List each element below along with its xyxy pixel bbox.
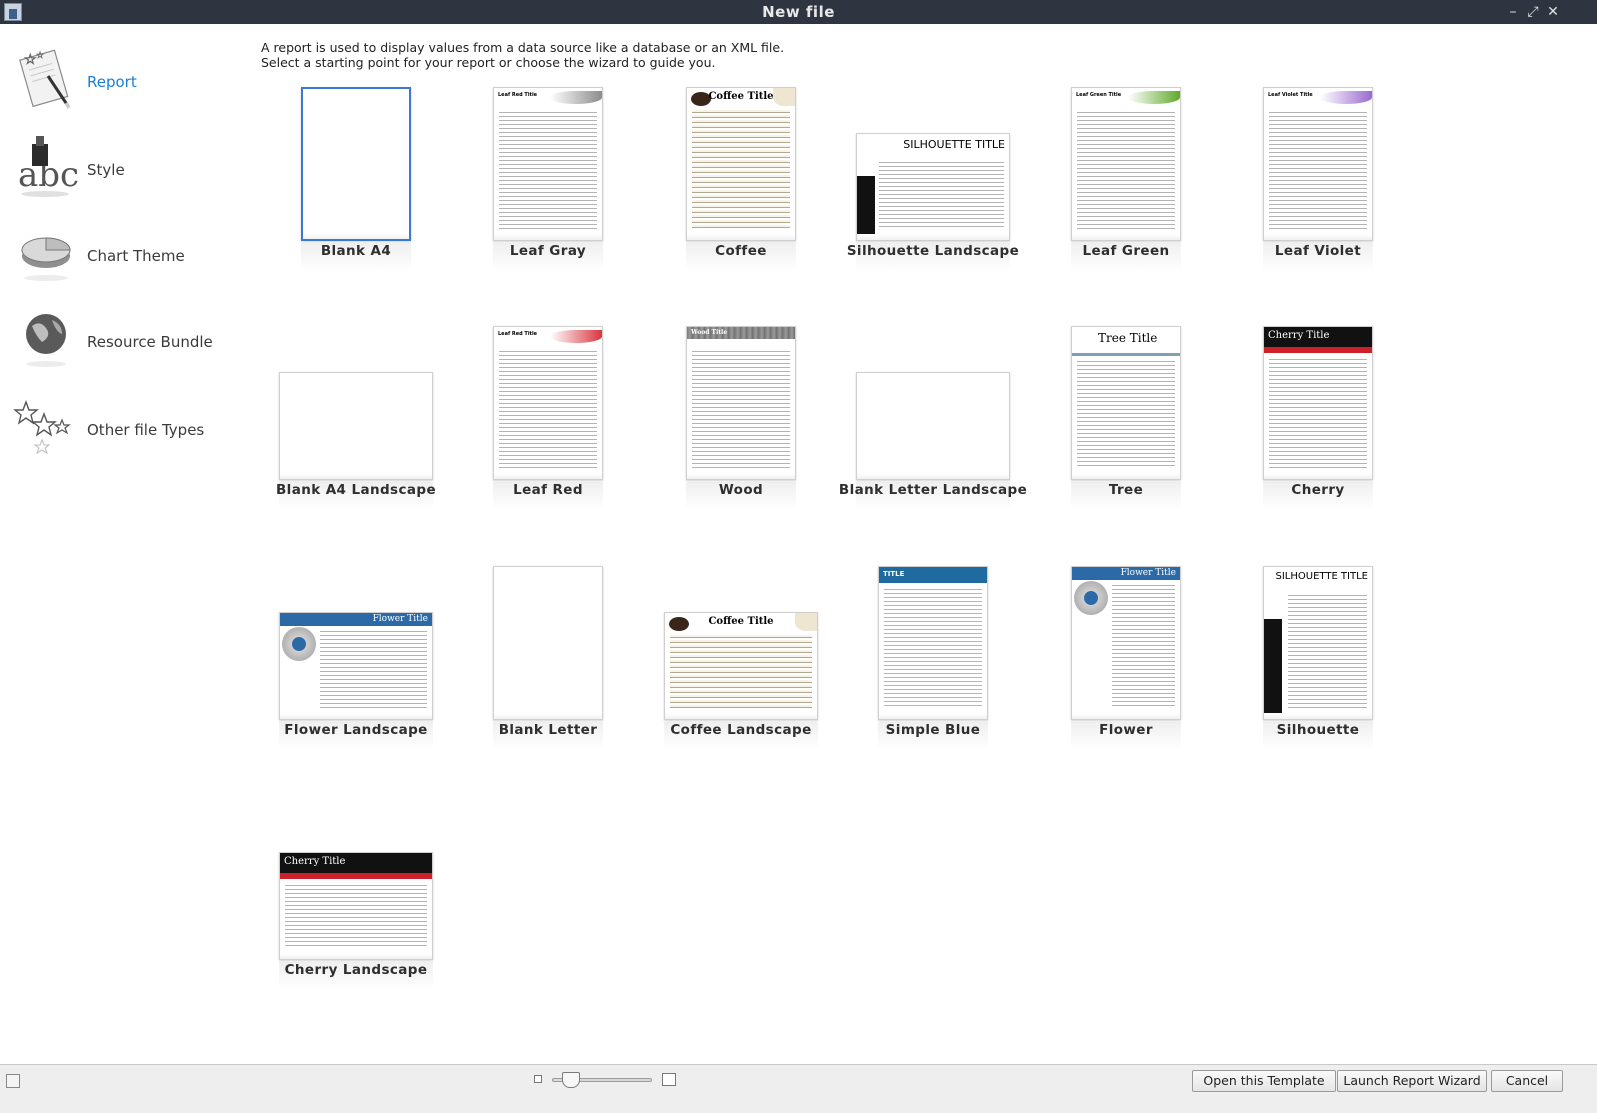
table-preview	[879, 160, 1004, 230]
description-line: A report is used to display values from …	[261, 40, 785, 55]
leaf-decoration	[550, 330, 602, 343]
template-header-title: SILHOUETTE TITLE	[1275, 571, 1369, 582]
table-preview	[499, 110, 597, 230]
zoom-out-icon	[534, 1075, 542, 1083]
sidebar-item-report[interactable]: ☆ ☆ Report	[0, 40, 240, 124]
flower-decoration	[1074, 581, 1108, 615]
template-header-title: Leaf Green Title	[1076, 92, 1122, 98]
launch-wizard-button[interactable]: Launch Report Wizard	[1337, 1070, 1487, 1092]
template-header-title: Cherry Title	[284, 856, 346, 867]
table-preview	[1112, 583, 1175, 709]
globe-icon	[12, 306, 78, 372]
window-title: New file	[762, 3, 835, 21]
template-gallery: Blank A4 Leaf Red Title Leaf Gray Coffee Ti…	[250, 80, 1597, 1065]
table-preview	[499, 349, 597, 469]
sidebar-item-label: Style	[87, 161, 125, 179]
table-preview	[692, 110, 790, 230]
leaf-decoration	[550, 91, 602, 104]
table-preview	[285, 883, 427, 949]
template-thumbnail[interactable]: Leaf Red Title	[493, 326, 603, 480]
template-thumbnail[interactable]: Coffee Title	[686, 87, 796, 241]
template-header-title: Flower Title	[372, 614, 428, 624]
style-icon: abc	[12, 134, 79, 200]
title-bar: New file – ⤢ ✕	[0, 0, 1597, 24]
close-icon[interactable]: ✕	[1543, 2, 1563, 22]
table-preview	[1269, 357, 1367, 469]
cherry-accent-bar	[280, 873, 432, 879]
template-thumbnail[interactable]	[856, 372, 1010, 480]
template-header-title: Flower Title	[1120, 568, 1176, 578]
template-thumbnail[interactable]: Wood Title	[686, 326, 796, 480]
template-thumbnail[interactable]: TITLE	[878, 566, 988, 720]
table-preview	[320, 629, 427, 709]
template-thumbnail[interactable]: Leaf Violet Title	[1263, 87, 1373, 241]
template-description: A report is used to display values from …	[261, 40, 784, 70]
template-thumbnail[interactable]: Flower Title	[1071, 566, 1181, 720]
template-thumbnail[interactable]: Tree Title	[1071, 326, 1181, 480]
table-preview	[884, 587, 982, 709]
leaf-decoration	[1320, 91, 1372, 104]
template-name: Cherry	[1291, 482, 1345, 498]
open-template-button[interactable]: Open this Template	[1192, 1070, 1336, 1092]
report-icon: ☆ ☆	[12, 46, 78, 112]
template-thumbnail[interactable]: Coffee Title	[664, 612, 818, 720]
template-header-title: Wood Title	[691, 329, 728, 336]
sidebar-item-label: Chart Theme	[87, 247, 185, 265]
svg-text:☆: ☆	[24, 52, 37, 68]
zoom-in-icon	[662, 1073, 676, 1086]
description-line: Select a starting point for your report …	[261, 55, 716, 70]
template-thumbnail[interactable]: Cherry Title	[279, 852, 433, 960]
template-thumbnail[interactable]: Cherry Title	[1263, 326, 1373, 480]
svg-text:☆: ☆	[36, 51, 44, 61]
sidebar-item-chart-theme[interactable]: Chart Theme	[0, 214, 240, 298]
table-preview	[1288, 593, 1367, 709]
template-header-title: Coffee Title	[708, 616, 774, 627]
silhouette-sidebar	[1264, 619, 1282, 719]
template-header-title: Leaf Red Title	[498, 92, 538, 98]
flower-decoration	[282, 627, 316, 661]
minimize-icon[interactable]: –	[1503, 2, 1523, 22]
template-header-title: Cherry Title	[1268, 330, 1330, 341]
zoom-slider-thumb[interactable]	[562, 1072, 580, 1088]
stars-icon	[12, 394, 78, 460]
table-preview	[670, 635, 812, 709]
template-header-title: Leaf Violet Title	[1268, 92, 1313, 98]
sidebar-item-style[interactable]: abc Style	[0, 128, 240, 212]
leaf-decoration	[1128, 91, 1180, 104]
template-name: Leaf Violet	[1274, 243, 1362, 259]
table-preview	[1269, 110, 1367, 230]
template-thumbnail[interactable]: SILHOUETTE TITLE	[856, 133, 1010, 241]
template-thumbnail[interactable]: SILHOUETTE TITLE	[1263, 566, 1373, 720]
template-thumbnail[interactable]	[279, 372, 433, 480]
template-thumbnail[interactable]: Leaf Green Title	[1071, 87, 1181, 241]
footer-bar: Open this Template Launch Report Wizard …	[0, 1064, 1597, 1113]
resize-icon[interactable]	[6, 1074, 20, 1088]
file-type-sidebar: ☆ ☆ Report abc Style Chart Theme Resourc…	[0, 24, 240, 1064]
cherry-accent-bar	[1264, 347, 1372, 353]
template-thumbnail[interactable]	[493, 566, 603, 720]
table-preview	[1077, 110, 1175, 230]
tree-header-rule	[1072, 353, 1180, 356]
cancel-button[interactable]: Cancel	[1491, 1070, 1563, 1092]
template-name: Silhouette	[1276, 722, 1360, 738]
template-thumbnail[interactable]	[301, 87, 411, 241]
template-header-title: Coffee Title	[708, 91, 774, 102]
template-header-title: SILHOUETTE TITLE	[903, 138, 1005, 151]
maximize-icon[interactable]: ⤢	[1523, 2, 1543, 22]
chart-theme-icon	[12, 220, 78, 286]
sidebar-item-resource-bundle[interactable]: Resource Bundle	[0, 300, 240, 384]
table-preview	[692, 349, 790, 469]
template-name: Cherry Landscape	[284, 962, 428, 978]
table-preview	[1077, 359, 1175, 469]
sidebar-item-label: Resource Bundle	[87, 333, 213, 351]
template-header-title: Tree Title	[1098, 331, 1158, 345]
sidebar-item-label: Other file Types	[87, 421, 205, 439]
sidebar-item-other-file-types[interactable]: Other file Types	[0, 388, 240, 472]
template-thumbnail[interactable]: Flower Title	[279, 612, 433, 720]
sidebar-item-label: Report	[87, 73, 137, 91]
template-thumbnail[interactable]: Leaf Red Title	[493, 87, 603, 241]
template-header-title: Leaf Red Title	[498, 331, 538, 337]
template-header-title: TITLE	[883, 570, 905, 578]
silhouette-sidebar	[857, 176, 875, 240]
